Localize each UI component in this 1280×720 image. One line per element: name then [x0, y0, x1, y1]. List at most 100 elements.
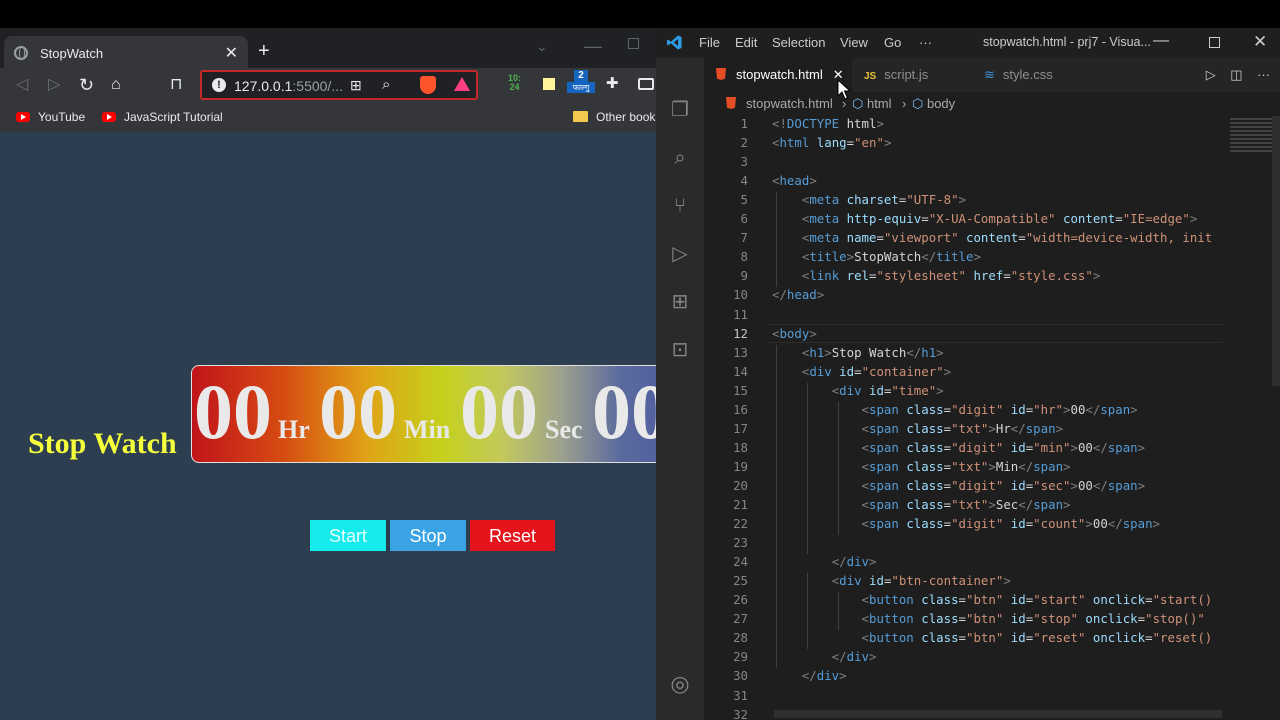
menu-file[interactable]: File	[699, 35, 720, 50]
tab-style-css[interactable]: ≋ style.css	[984, 58, 1104, 92]
vscode-maximize-button[interactable]	[1209, 37, 1220, 48]
hours-label: Hr	[278, 415, 310, 444]
bookmark-label: JavaScript Tutorial	[124, 110, 223, 124]
line-number: 22	[733, 516, 748, 532]
seconds-label: Sec	[545, 415, 583, 444]
address-bar-url: 127.0.0.1:5500/...	[234, 78, 343, 94]
extensions-icon[interactable]: ⊞	[668, 290, 692, 314]
back-arrow-icon[interactable]: ◁	[16, 76, 28, 94]
code-line: <span class="digit" id="min">00</span>	[861, 439, 1146, 455]
code-editor[interactable]: 1 2 3 4 5 6 7 8 9 10 11 12 13 14 15 16 17 18 19 20 21 22 23 24 2…	[704, 116, 1280, 720]
wallet-icon[interactable]	[638, 78, 654, 90]
indent-guide	[807, 573, 808, 650]
vertical-scrollbar[interactable]	[1272, 116, 1280, 386]
line-number: 5	[740, 192, 748, 208]
line-number: 10	[733, 287, 748, 303]
bookmark-label: Other book	[596, 110, 656, 124]
search-icon[interactable]: ⌕	[668, 146, 692, 170]
code-line: </div>	[831, 554, 877, 570]
menu-view[interactable]: View	[840, 35, 868, 50]
run-debug-icon[interactable]: ▷	[668, 242, 692, 266]
html-file-icon	[716, 68, 726, 80]
browser-tab-bar: StopWatch ✕ + ⌄ —	[0, 28, 656, 72]
code-line: <button class="btn" id="stop" onclick="s…	[861, 611, 1205, 627]
line-number: 28	[733, 630, 748, 646]
extensions-puzzle-icon[interactable]: ✚	[606, 74, 619, 92]
brave-shields-icon[interactable]	[420, 76, 436, 94]
split-editor-icon[interactable]: ◫	[1230, 67, 1242, 82]
menu-go[interactable]: Go	[884, 35, 901, 50]
bookmark-icon[interactable]: ⊓	[170, 76, 182, 94]
screen: StopWatch ✕ + ⌄ — ◁ ▷ ↻ ⌂ ⊓ ! 127.0.0.1:…	[0, 0, 1280, 720]
new-tab-button[interactable]: +	[258, 40, 270, 63]
zoom-icon[interactable]: ⌕	[382, 76, 390, 93]
breadcrumb-html-label: html	[866, 96, 892, 111]
account-icon[interactable]: ◎	[668, 672, 692, 696]
bookmark-javascript-tutorial[interactable]: JavaScript Tutorial	[102, 110, 223, 124]
browser-tab-close-button[interactable]: ✕	[225, 43, 238, 63]
line-number: 17	[733, 420, 748, 436]
stop-button[interactable]: Stop	[390, 520, 466, 551]
activity-bar: ❐ ⌕ ⑂ ▷ ⊞ ⊡ ◎ ⚙	[656, 58, 704, 720]
browser-window: StopWatch ✕ + ⌄ — ◁ ▷ ↻ ⌂ ⊓ ! 127.0.0.1:…	[0, 28, 656, 720]
bookmark-other-bookmarks[interactable]: Other book	[573, 110, 655, 124]
calendar-extension-icon[interactable]: 2 फाल्गु	[567, 70, 595, 96]
menu-selection[interactable]: Selection	[772, 35, 825, 50]
home-icon[interactable]: ⌂	[111, 76, 121, 94]
line-number: 12	[733, 325, 748, 341]
breadcrumb-html[interactable]: ⬡ html	[852, 92, 892, 116]
forward-arrow-icon[interactable]: ▷	[48, 76, 60, 94]
reload-icon[interactable]: ↻	[79, 76, 94, 94]
line-number: 21	[733, 497, 748, 512]
html-file-icon	[726, 97, 736, 109]
calendar-extension-number: 2	[574, 70, 588, 82]
tab-script-js[interactable]: JS script.js	[864, 58, 974, 92]
vscode-window-title: stopwatch.html - prj7 - Visua...	[983, 35, 1151, 49]
clock-extension-icon[interactable]: 10: 24	[508, 74, 521, 92]
address-bar[interactable]: ! 127.0.0.1:5500/... ⊞ ⌕	[200, 70, 478, 100]
element-icon: ⬡	[852, 96, 867, 111]
breadcrumb-body[interactable]: ⬡ body	[912, 92, 955, 116]
run-icon[interactable]: ▷	[1206, 67, 1216, 82]
more-actions-icon[interactable]: ···	[1257, 67, 1270, 82]
horizontal-scrollbar[interactable]	[774, 710, 1222, 718]
tab-stopwatch-html[interactable]: stopwatch.html ✕	[704, 58, 852, 92]
vscode-window: File Edit Selection View Go ··· stopwatc…	[656, 28, 1280, 720]
indent-guide	[776, 344, 777, 669]
current-line-highlight	[766, 324, 1222, 343]
stopwatch-page: Stop Watch 00 Hr 00 Min 00 Sec 00 Start …	[0, 132, 656, 720]
line-number: 4	[740, 173, 748, 189]
vscode-minimize-button[interactable]: —	[1153, 32, 1169, 50]
code-line: <link rel="stylesheet" href="style.css">	[801, 268, 1101, 284]
start-button[interactable]: Start	[310, 520, 386, 551]
mouse-cursor-icon	[837, 78, 852, 100]
source-control-icon[interactable]: ⑂	[668, 194, 692, 218]
bookmark-youtube[interactable]: YouTube	[16, 110, 85, 124]
brave-rewards-icon[interactable]	[454, 77, 470, 91]
vscode-close-button[interactable]: ✕	[1253, 32, 1267, 52]
menu-more[interactable]: ···	[919, 35, 932, 50]
tab-search-chevron-icon[interactable]: ⌄	[536, 38, 548, 55]
browser-minimize-button[interactable]: —	[584, 36, 602, 57]
browser-maximize-button[interactable]	[628, 38, 639, 49]
sticky-note-extension-icon[interactable]	[543, 78, 555, 90]
explorer-icon[interactable]: ❐	[668, 98, 692, 122]
browser-toolbar: ◁ ▷ ↻ ⌂ ⊓ ! 127.0.0.1:5500/... ⊞ ⌕ 10: 24…	[0, 68, 656, 104]
code-line: </div>	[801, 668, 847, 684]
code-line: <!DOCTYPE html>	[772, 116, 884, 131]
site-info-icon[interactable]: !	[212, 78, 226, 92]
line-number: 16	[733, 401, 748, 417]
minimap[interactable]	[1230, 116, 1272, 166]
indent-guide	[838, 401, 839, 536]
reset-button[interactable]: Reset	[470, 520, 555, 551]
qr-code-icon[interactable]: ⊞	[350, 77, 362, 94]
browser-tab-stopwatch[interactable]: StopWatch ✕	[4, 36, 248, 72]
remote-explorer-icon[interactable]: ⊡	[668, 338, 692, 362]
stopwatch-heading: Stop Watch	[28, 427, 177, 460]
line-number: 30	[733, 668, 748, 684]
js-file-icon: JS	[864, 71, 877, 82]
menu-edit[interactable]: Edit	[735, 35, 757, 50]
line-number: 1	[740, 116, 748, 131]
breadcrumb-file[interactable]: stopwatch.html	[726, 92, 833, 116]
bookmarks-bar: YouTube JavaScript Tutorial Other book	[0, 104, 656, 132]
